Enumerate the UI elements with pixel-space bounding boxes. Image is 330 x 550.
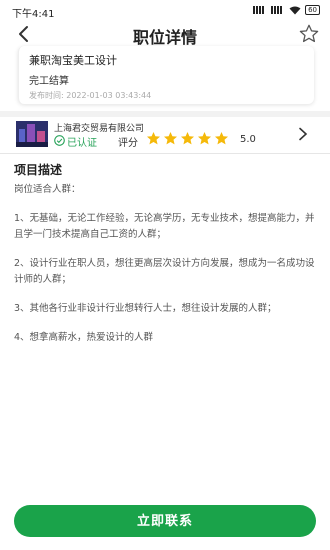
- signal-icon: [253, 6, 268, 14]
- battery-icon: 60: [305, 5, 320, 15]
- job-title: 兼职淘宝美工设计: [29, 54, 117, 67]
- description-paragraph: 3、其他各行业非设计行业想转行人士，想往设计发展的人群；: [14, 303, 277, 314]
- rating-star-icon: [147, 131, 160, 145]
- nav-bar: 职位详情: [0, 22, 330, 48]
- company-name: 上海君交贸易有限公司: [54, 124, 145, 134]
- description-paragraph: 4、想拿高薪水，热爱设计的人群: [14, 332, 154, 343]
- rating-label: 评分: [118, 138, 138, 149]
- page-title: 职位详情: [132, 28, 197, 47]
- section-title: 项目描述: [14, 163, 63, 177]
- status-time: 下午4:41: [12, 9, 55, 20]
- company-row[interactable]: 上海君交贸易有限公司 已认证 评分 5.0: [0, 117, 330, 153]
- company-logo-icon: [16, 121, 48, 147]
- description-paragraph: 1、无基础，无论工作经验，无论高学历，无专业技术，想提高能力，并且学一门技术提高…: [14, 213, 315, 240]
- status-icons: 60: [253, 5, 320, 15]
- wifi-icon: [289, 6, 301, 14]
- favorite-star-icon[interactable]: [298, 23, 320, 45]
- job-description: 岗位适合人群： 1、无基础，无论工作经验，无论高学历，无专业技术，想提高能力，并…: [14, 182, 316, 359]
- rating-value: 5.0: [240, 134, 256, 145]
- rating-star-icon: [164, 131, 177, 145]
- job-summary-card: 兼职淘宝美工设计 完工结算 发布时间: 2022-01-03 03:43:44: [18, 46, 314, 104]
- divider: [0, 153, 330, 154]
- contact-now-button[interactable]: 立即联系: [14, 505, 316, 537]
- rating-stars: [146, 131, 229, 146]
- signal-icon-2: [271, 6, 286, 14]
- verified-icon: [54, 135, 65, 146]
- rating-star-icon: [215, 131, 228, 145]
- verified-label: 已认证: [67, 138, 97, 149]
- description-paragraph: 岗位适合人群：: [14, 184, 81, 195]
- chevron-right-icon[interactable]: [298, 127, 308, 141]
- status-bar: 下午4:41 60: [0, 0, 330, 22]
- rating-star-icon: [181, 131, 194, 145]
- publish-time: 发布时间: 2022-01-03 03:43:44: [29, 91, 152, 100]
- rating-star-icon: [198, 131, 211, 145]
- job-settlement: 完工结算: [29, 76, 69, 87]
- description-paragraph: 2、设计行业在职人员，想往更高层次设计方向发展，想成为一名成功设计师的人群；: [14, 258, 315, 285]
